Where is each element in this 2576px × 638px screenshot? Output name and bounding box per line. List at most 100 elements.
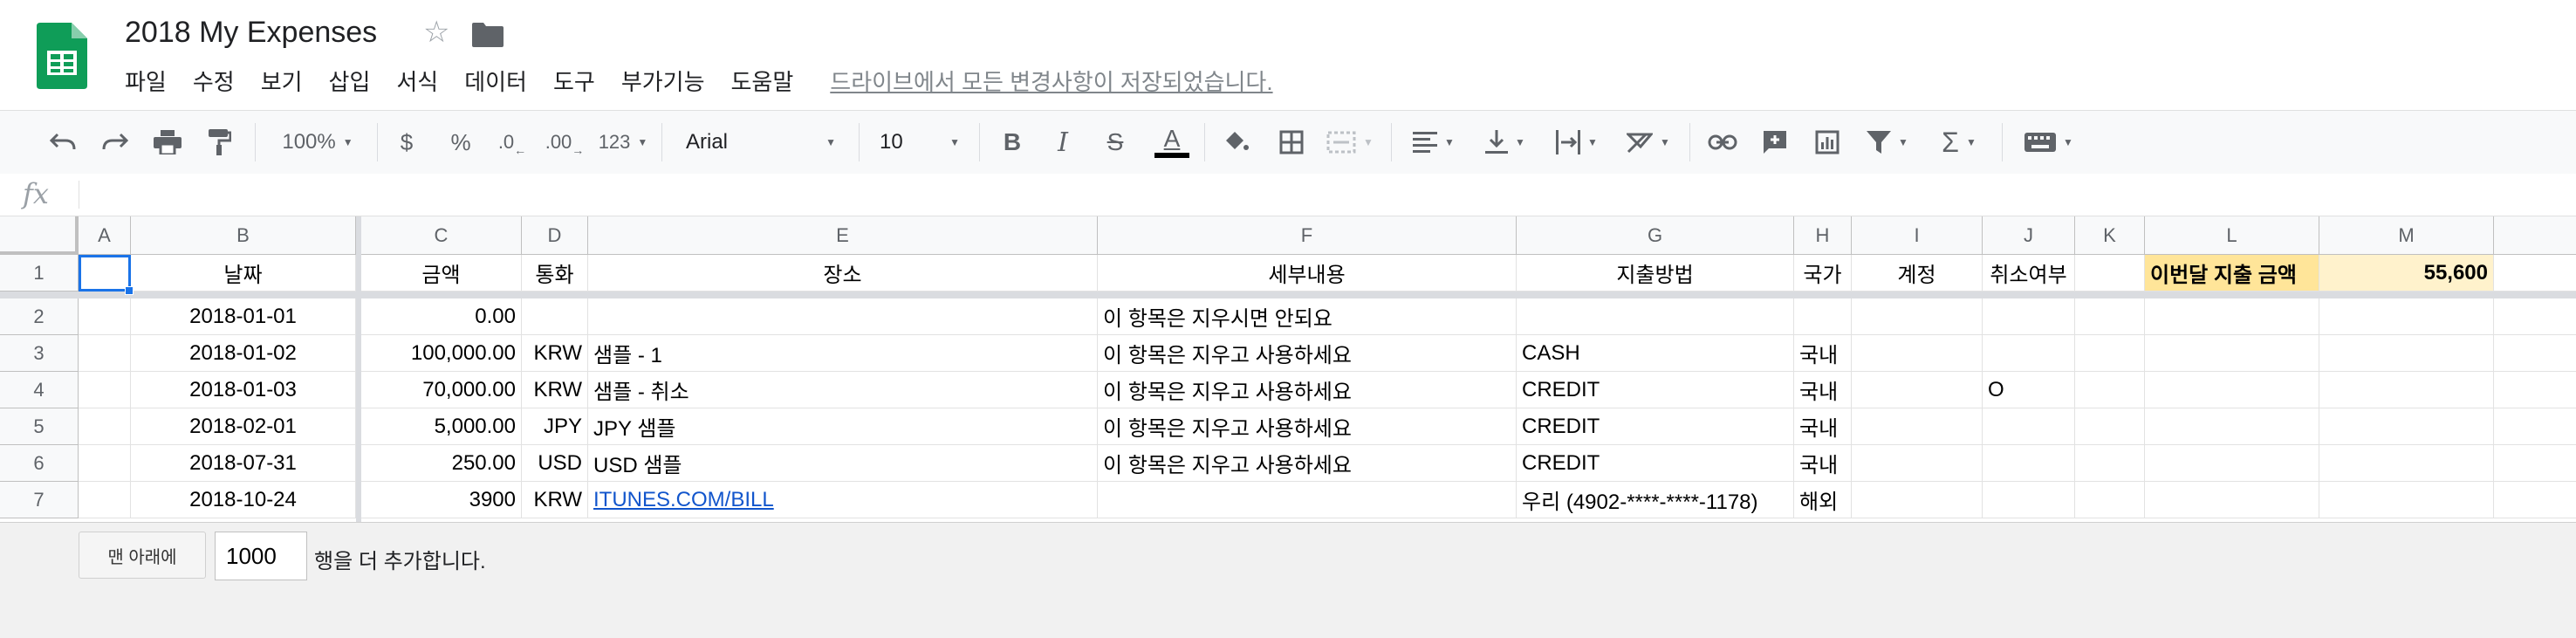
- table-cell[interactable]: 5,000.00: [361, 408, 522, 445]
- fill-handle[interactable]: [125, 286, 134, 295]
- column-header-e[interactable]: E: [588, 216, 1098, 255]
- table-cell[interactable]: [1852, 372, 1983, 408]
- paint-format-icon[interactable]: [201, 111, 239, 174]
- zoom-select[interactable]: 100% ▼: [269, 111, 367, 174]
- menu-insert[interactable]: 삽입: [329, 65, 371, 97]
- table-cell[interactable]: [1852, 482, 1983, 518]
- table-cell[interactable]: 샘플 - 취소: [588, 372, 1098, 408]
- formula-input[interactable]: [87, 174, 2576, 216]
- add-rows-button[interactable]: 맨 아래에: [79, 532, 206, 579]
- increase-decimal-button[interactable]: .00 →: [539, 111, 590, 174]
- table-cell[interactable]: KRW: [522, 372, 588, 408]
- table-cell[interactable]: CREDIT: [1517, 408, 1794, 445]
- table-cell[interactable]: [588, 298, 1098, 335]
- frozen-row-divider[interactable]: [0, 292, 2576, 298]
- row-header[interactable]: 7: [0, 482, 79, 518]
- header-cell[interactable]: 지출방법: [1517, 255, 1794, 292]
- table-cell[interactable]: [1852, 335, 1983, 372]
- table-cell[interactable]: ITUNES.COM/BILL: [588, 482, 1098, 518]
- frozen-column-divider[interactable]: [356, 216, 361, 522]
- table-cell[interactable]: [2075, 408, 2145, 445]
- empty-cell[interactable]: [2494, 408, 2576, 445]
- menu-data[interactable]: 데이터: [464, 65, 527, 97]
- bold-button[interactable]: B: [993, 111, 1031, 174]
- table-cell[interactable]: [2319, 408, 2494, 445]
- table-cell[interactable]: [2075, 482, 2145, 518]
- table-cell[interactable]: [1983, 482, 2075, 518]
- header-cell[interactable]: 금액: [361, 255, 522, 292]
- table-cell[interactable]: [1794, 298, 1852, 335]
- table-cell[interactable]: 2018-01-01: [131, 298, 356, 335]
- table-cell[interactable]: [2145, 482, 2319, 518]
- column-header-h[interactable]: H: [1794, 216, 1852, 255]
- header-cell[interactable]: 이번달 지출 금액: [2145, 255, 2319, 292]
- table-cell[interactable]: [79, 372, 131, 408]
- empty-cell[interactable]: [2494, 298, 2576, 335]
- menu-file[interactable]: 파일: [125, 65, 167, 97]
- italic-button[interactable]: I: [1044, 111, 1082, 174]
- header-cell[interactable]: 세부내용: [1098, 255, 1517, 292]
- column-header-l[interactable]: L: [2145, 216, 2319, 255]
- table-cell[interactable]: [1517, 298, 1794, 335]
- row-header[interactable]: 3: [0, 335, 79, 372]
- column-header-j[interactable]: J: [1983, 216, 2075, 255]
- table-cell[interactable]: CASH: [1517, 335, 1794, 372]
- menu-edit[interactable]: 수정: [193, 65, 235, 97]
- table-cell[interactable]: JPY: [522, 408, 588, 445]
- table-cell[interactable]: 우리 (4902-****-****-1178): [1517, 482, 1794, 518]
- font-size-select[interactable]: 10 ▼: [869, 111, 970, 174]
- table-cell[interactable]: 250.00: [361, 445, 522, 482]
- table-cell[interactable]: 이 항목은 지우시면 안되요: [1098, 298, 1517, 335]
- empty-cell[interactable]: [2494, 482, 2576, 518]
- folder-icon[interactable]: [472, 21, 504, 47]
- table-cell[interactable]: 70,000.00: [361, 372, 522, 408]
- header-cell[interactable]: 장소: [588, 255, 1098, 292]
- filter-icon[interactable]: ▼: [1859, 111, 1916, 174]
- horizontal-align-icon[interactable]: ▼: [1405, 111, 1463, 174]
- text-wrapping-icon[interactable]: ▼: [1548, 111, 1606, 174]
- strikethrough-button[interactable]: S: [1096, 111, 1134, 174]
- table-cell[interactable]: [2145, 372, 2319, 408]
- column-header-i[interactable]: I: [1852, 216, 1983, 255]
- insert-chart-icon[interactable]: [1808, 111, 1846, 174]
- table-cell[interactable]: [2319, 482, 2494, 518]
- menu-addons[interactable]: 부가기능: [621, 65, 705, 97]
- row-header[interactable]: 5: [0, 408, 79, 445]
- vertical-align-icon[interactable]: ▼: [1476, 111, 1534, 174]
- table-cell[interactable]: 국내: [1794, 372, 1852, 408]
- table-cell[interactable]: 국내: [1794, 445, 1852, 482]
- empty-cell[interactable]: [2494, 255, 2576, 292]
- menu-tools[interactable]: 도구: [553, 65, 595, 97]
- table-cell[interactable]: [79, 445, 131, 482]
- star-icon[interactable]: ☆: [423, 17, 449, 47]
- text-color-button[interactable]: A: [1150, 111, 1194, 174]
- column-header-g[interactable]: G: [1517, 216, 1794, 255]
- header-cell[interactable]: 55,600: [2319, 255, 2494, 292]
- table-cell[interactable]: [2075, 372, 2145, 408]
- table-cell[interactable]: [2319, 335, 2494, 372]
- table-cell[interactable]: [2319, 445, 2494, 482]
- header-cell[interactable]: 취소여부: [1983, 255, 2075, 292]
- table-cell[interactable]: KRW: [522, 335, 588, 372]
- table-cell[interactable]: USD: [522, 445, 588, 482]
- table-cell[interactable]: [79, 298, 131, 335]
- row-count-input[interactable]: [215, 532, 307, 580]
- table-cell[interactable]: 100,000.00: [361, 335, 522, 372]
- table-cell[interactable]: [1098, 482, 1517, 518]
- header-cell[interactable]: [2075, 255, 2145, 292]
- undo-icon[interactable]: [44, 111, 82, 174]
- column-header-f[interactable]: F: [1098, 216, 1517, 255]
- empty-cell[interactable]: [2494, 372, 2576, 408]
- text-rotation-icon[interactable]: ▼: [1620, 111, 1677, 174]
- table-cell[interactable]: KRW: [522, 482, 588, 518]
- header-cell[interactable]: 국가: [1794, 255, 1852, 292]
- table-cell[interactable]: 0.00: [361, 298, 522, 335]
- column-header-d[interactable]: D: [522, 216, 588, 255]
- table-cell[interactable]: 국내: [1794, 408, 1852, 445]
- table-cell[interactable]: [2319, 372, 2494, 408]
- table-cell[interactable]: [1983, 408, 2075, 445]
- menu-view[interactable]: 보기: [261, 65, 303, 97]
- table-cell[interactable]: 국내: [1794, 335, 1852, 372]
- column-header-m[interactable]: M: [2319, 216, 2494, 255]
- table-cell[interactable]: 2018-10-24: [131, 482, 356, 518]
